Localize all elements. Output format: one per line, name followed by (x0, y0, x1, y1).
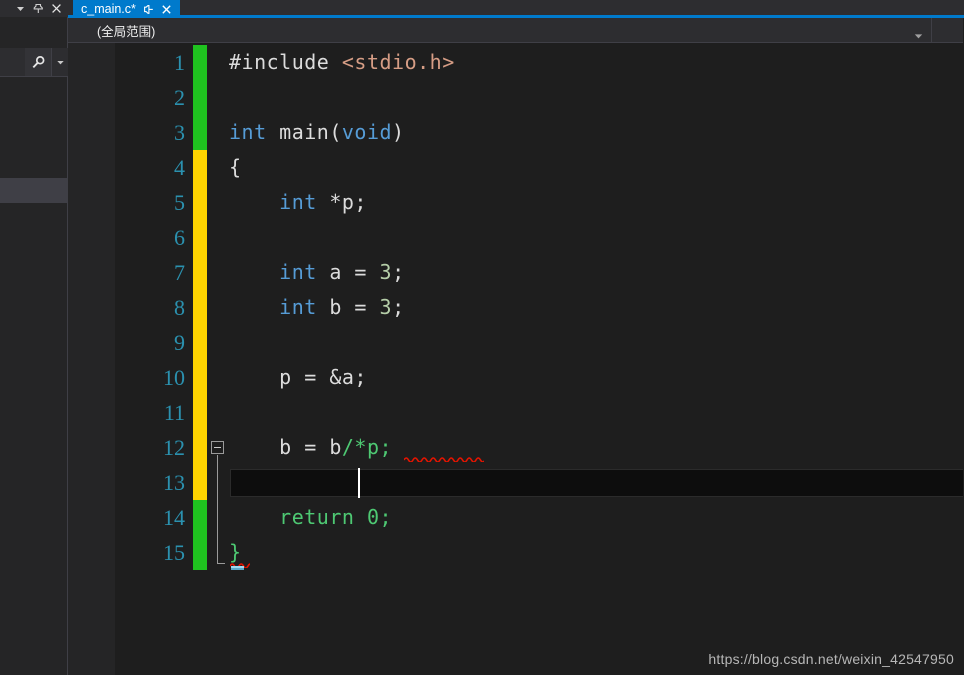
code-token-plain: p = &a; (229, 365, 367, 389)
outlining-guide-line (217, 455, 218, 563)
code-token-comment: } (229, 540, 242, 564)
code-token-num: 3 (379, 260, 393, 284)
code-text-surface[interactable]: #include <stdio.h> int main(void) { int *p… (229, 43, 964, 675)
scope-dropdown-value: (全局范围) (97, 25, 156, 39)
code-token-plain: ; (392, 295, 405, 319)
chevron-down-icon[interactable] (15, 3, 26, 14)
code-token-comment: /*p; (341, 435, 393, 459)
code-line[interactable]: int main(void) (229, 115, 405, 150)
code-token-plain: a = (316, 260, 380, 284)
text-caret (358, 468, 361, 498)
tool-window-panel (0, 0, 68, 675)
line-number: 6 (174, 225, 185, 250)
code-line[interactable]: int *p; (229, 185, 367, 220)
change-bar-segment-saved (193, 45, 207, 150)
change-bar-segment-saved (193, 500, 207, 570)
outlining-collapse-icon[interactable] (211, 441, 224, 454)
code-line[interactable]: p = &a; (229, 360, 367, 395)
pin-icon[interactable] (33, 3, 44, 14)
code-line[interactable]: return 0; (229, 500, 392, 535)
code-token-plain: *p; (316, 190, 367, 214)
line-number: 7 (174, 260, 185, 285)
code-token-str: <stdio.h> (341, 50, 455, 74)
code-token-kw: int (279, 190, 317, 214)
search-icon[interactable] (25, 48, 51, 76)
line-13-selection-box[interactable] (230, 469, 964, 497)
line-number: 12 (163, 435, 185, 460)
change-bar-segment-unsaved (193, 150, 207, 500)
line-number: 10 (163, 365, 185, 390)
tool-window-caption-bar (0, 0, 68, 17)
code-token-plain: main( (266, 120, 342, 144)
line-number: 3 (174, 120, 185, 145)
line-number: 2 (174, 85, 185, 110)
code-token-kw: int (229, 120, 267, 144)
tool-window-search-toolbar (0, 48, 68, 76)
watermark-text: https://blog.csdn.net/weixin_42547950 (708, 651, 954, 667)
code-line[interactable]: int a = 3; (229, 255, 405, 290)
outlining-guide-end (217, 563, 225, 564)
line-number: 4 (174, 155, 185, 180)
line-number: 8 (174, 295, 185, 320)
line-number: 13 (163, 470, 185, 495)
list-item[interactable] (0, 178, 67, 203)
change-tracking-margin (193, 43, 207, 675)
line-number: 15 (163, 540, 185, 565)
tab-c-main-c[interactable]: c_main.c* (73, 0, 180, 18)
search-dropdown-icon[interactable] (51, 48, 68, 76)
code-token-plain: b = (316, 295, 380, 319)
code-token-plain: b = b (229, 435, 342, 459)
code-token-num: 3 (379, 295, 393, 319)
code-token-kw: int (279, 295, 317, 319)
navigation-bar: (全局范围) (68, 18, 964, 43)
line-number: 14 (163, 505, 185, 530)
outlining-margin[interactable] (207, 43, 229, 675)
code-token-plain: { (229, 155, 242, 179)
code-line[interactable]: { (229, 150, 242, 185)
line-number: 11 (163, 400, 185, 425)
code-token-kw: int (279, 260, 317, 284)
line-number: 9 (174, 330, 185, 355)
error-squiggle (403, 456, 485, 462)
code-line[interactable]: #include <stdio.h> (229, 45, 455, 80)
code-token-comment: return 0; (229, 505, 393, 529)
smart-tag-indicator[interactable] (231, 566, 244, 570)
tab-title: c_main.c* (81, 2, 136, 16)
visual-studio-editor-window: c_main.c* (全局范围) 1 2 3 4 5 6 7 8 9 10 11… (0, 0, 964, 675)
document-tab-strip: c_main.c* (68, 0, 964, 18)
list-divider (0, 76, 67, 77)
code-line[interactable]: int b = 3; (229, 290, 405, 325)
code-editor[interactable]: 1 2 3 4 5 6 7 8 9 10 11 12 13 14 15 #include <stdio.h>… (68, 43, 964, 675)
code-token-plain: #include (229, 50, 342, 74)
code-token-kw: void (341, 120, 393, 144)
code-token-plain: ; (392, 260, 405, 284)
tab-close-icon[interactable] (161, 4, 172, 15)
code-line[interactable]: b = b/*p; (229, 430, 392, 465)
scope-dropdown[interactable]: (全局范围) (77, 18, 932, 43)
line-number: 5 (174, 190, 185, 215)
close-icon[interactable] (51, 3, 62, 14)
selection-margin[interactable] (68, 43, 115, 675)
code-token-plain: ) (392, 120, 405, 144)
line-number: 1 (174, 50, 185, 75)
tab-pin-icon[interactable] (143, 4, 154, 15)
tool-window-list[interactable] (0, 76, 67, 675)
line-number-gutter: 1 2 3 4 5 6 7 8 9 10 11 12 13 14 15 (115, 43, 193, 675)
